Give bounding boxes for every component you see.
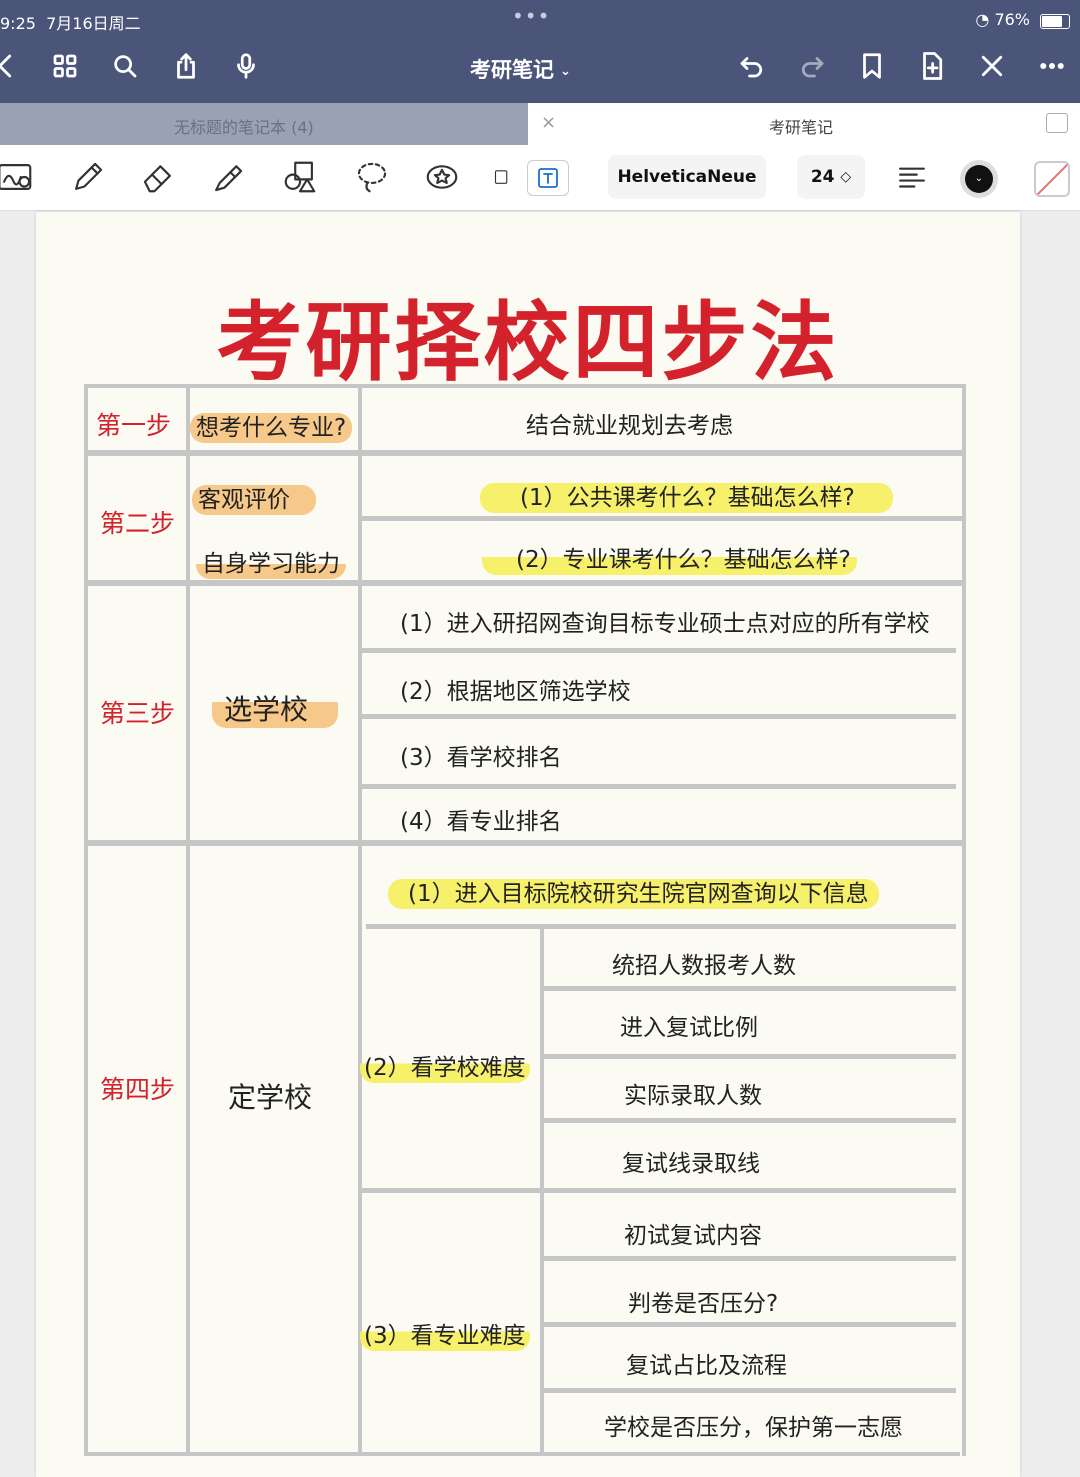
notebook-title[interactable]: 考研笔记 ⌄ (470, 54, 571, 84)
page-title: 考研择校四步法 (216, 293, 840, 393)
step4-sub3-item-4: 学校是否压分，保护第一志愿 (604, 1415, 903, 1441)
step1-label: 第一步 (96, 411, 172, 440)
step4-label: 第四步 (100, 1075, 176, 1104)
step2-item-2: (2）专业课考什么？基础怎么样? (482, 545, 857, 575)
step4-sub3-item-1: 初试复试内容 (624, 1223, 762, 1249)
step4-sub2-item-1: 统招人数报考人数 (612, 953, 796, 979)
highlighter-icon[interactable] (206, 155, 250, 199)
redo-icon[interactable] (794, 48, 830, 84)
bookmark-icon[interactable] (854, 48, 890, 84)
battery-icon (1040, 14, 1070, 29)
step2-label: 第二步 (100, 509, 176, 538)
step1-detail: 结合就业规划去考虑 (526, 413, 733, 439)
align-left-icon[interactable] (890, 155, 934, 199)
step4-top: (1）进入目标院校研究生院官网查询以下信息 (388, 879, 879, 909)
share-icon[interactable] (168, 48, 204, 84)
step2-item-1: (1）公共课考什么？基础怎么样? (480, 483, 893, 513)
step3-item-3: (3）看学校排名 (400, 745, 562, 771)
chevron-down-icon: ⌄ (560, 63, 571, 79)
top-app-bar: 9:25 7月16日周二 ••• ◔ 76% 考研笔记 ⌄ (0, 0, 1080, 103)
tab-kaoyan-notes[interactable]: 考研笔记 (769, 114, 833, 138)
tab-bar: 无标题的笔记本 (4) × 考研笔记 (0, 103, 1080, 145)
close-icon[interactable] (974, 48, 1010, 84)
split-view-icon[interactable] (1046, 113, 1068, 133)
wifi-battery: ◔ 76% (975, 10, 1030, 29)
sticker-icon[interactable] (420, 155, 464, 199)
status-time: 9:25 7月16日周二 (0, 14, 141, 33)
microphone-icon[interactable] (228, 48, 264, 84)
step3-label: 第三步 (100, 699, 176, 728)
drawing-toolbar: HelveticaNeue 24 ◇ ⌄ (0, 145, 1080, 211)
chevron-down-icon: ⌄ (965, 165, 993, 193)
undo-icon[interactable] (734, 48, 770, 84)
grid-icon[interactable] (47, 48, 83, 84)
step1-question: 想考什么专业? (190, 413, 353, 443)
more-icon[interactable] (1034, 48, 1070, 84)
add-page-icon[interactable] (914, 48, 950, 84)
step4-sub2-label: (2）看学校难度 (360, 1053, 530, 1083)
eraser-icon[interactable] (136, 155, 180, 199)
tab-close-icon[interactable]: × (541, 112, 556, 133)
wifi-icon: ◔ (975, 10, 990, 29)
font-family-button[interactable]: HelveticaNeue (608, 155, 766, 199)
step3-item-2: (2）根据地区筛选学校 (400, 679, 631, 705)
step4-middle: 定学校 (228, 1081, 313, 1114)
shape-icon[interactable] (278, 155, 322, 199)
stepper-arrows-icon: ◇ (840, 169, 852, 185)
step3-item-1: (1）进入研招网查询目标专业硕士点对应的所有学校 (400, 611, 930, 637)
step2-left-top: 客观评价 (192, 485, 316, 515)
back-icon[interactable] (0, 48, 24, 84)
status-bar: 9:25 7月16日周二 ••• ◔ 76% (0, 4, 1080, 33)
battery-percent: 76% (994, 10, 1030, 29)
tab-untitled-notebook[interactable]: 无标题的笔记本 (4) (0, 103, 528, 145)
lasso-icon[interactable] (350, 155, 394, 199)
fill-color-button[interactable] (1034, 161, 1070, 197)
step4-sub2-item-2: 进入复试比例 (620, 1015, 758, 1041)
pen-icon[interactable] (66, 155, 110, 199)
font-size-button[interactable]: 24 ◇ (797, 155, 865, 199)
step3-middle: 选学校 (212, 691, 339, 728)
steps-table: 第一步 想考什么专业? 结合就业规划去考虑 第二步 客观评价 自身学习能力 (1… (84, 384, 966, 1456)
step4-sub3-item-2: 判卷是否压分? (628, 1291, 779, 1317)
multitask-dots[interactable]: ••• (512, 4, 550, 28)
step4-sub3-item-3: 复试占比及流程 (626, 1353, 787, 1379)
lasso-zoom-icon[interactable] (0, 155, 38, 199)
step4-sub2-item-4: 复试线录取线 (622, 1151, 760, 1177)
text-box-icon[interactable] (527, 160, 569, 196)
step4-sub2-item-3: 实际录取人数 (624, 1083, 762, 1109)
step4-sub3-label: (3）看专业难度 (360, 1321, 530, 1351)
step2-left-bottom: 自身学习能力 (196, 549, 346, 579)
image-icon[interactable] (488, 155, 508, 199)
search-icon[interactable] (107, 48, 143, 84)
step3-item-4: (4）看专业排名 (400, 809, 562, 835)
text-color-button[interactable]: ⌄ (960, 160, 998, 198)
